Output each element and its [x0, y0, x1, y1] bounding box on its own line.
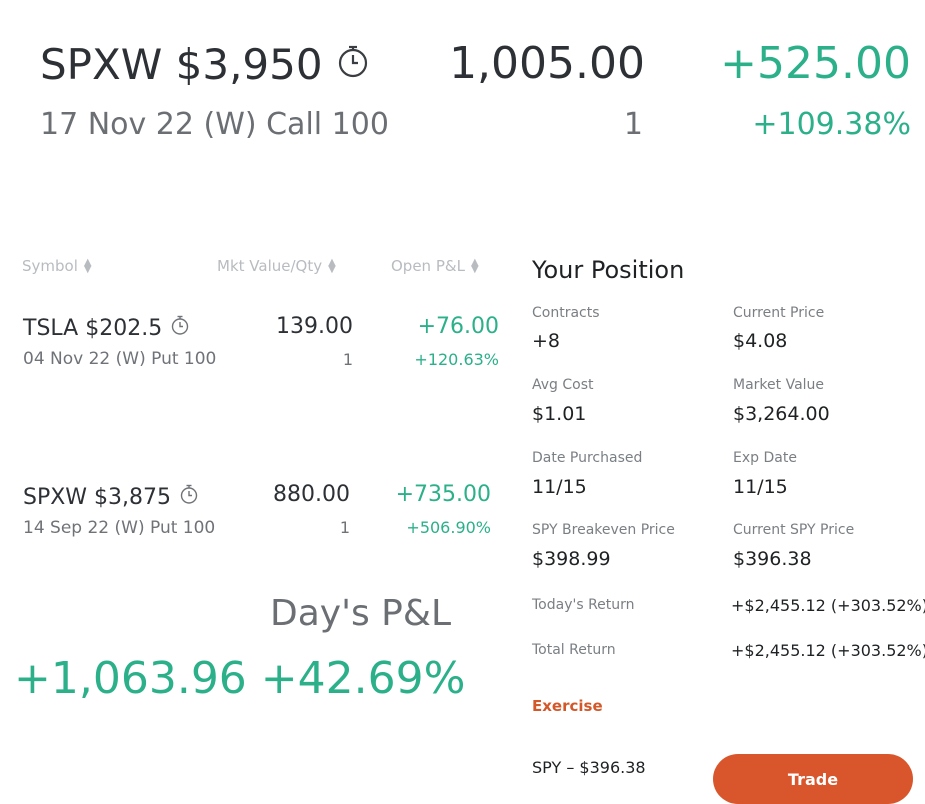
row-description: 04 Nov 22 (W) Put 100: [23, 349, 217, 369]
total-return-value: +$2,455.12 (+303.52%): [731, 641, 925, 660]
day-pl-value: +1,063.96 +42.69%: [14, 653, 466, 704]
todays-return-value: +$2,455.12 (+303.52%): [731, 596, 925, 615]
row-open-pl: +76.00: [417, 314, 499, 339]
row-open-pl: +735.00: [395, 482, 491, 507]
row-mkt-value: 139.00: [276, 314, 353, 339]
total-return-label: Total Return: [532, 642, 616, 658]
column-header-mkt-value-qty-label: Mkt Value/Qty: [217, 257, 323, 275]
row-qty: 1: [342, 350, 353, 369]
top-position-open-pl-pct: +109.38%: [752, 107, 911, 142]
column-header-open-pl-label: Open P&L: [391, 257, 465, 275]
current-price-value: $4.08: [733, 330, 788, 352]
top-position-description: 17 Nov 22 (W) Call 100: [40, 107, 389, 142]
date-purchased-value: 11/15: [532, 476, 587, 498]
row-symbol-label: SPXW $3,875: [23, 484, 172, 510]
top-position-mkt-value: 1,005.00: [449, 38, 645, 89]
top-position-symbol[interactable]: SPXW $3,950: [40, 40, 369, 89]
sort-arrows-icon: ▲ ▼: [470, 257, 479, 275]
column-header-open-pl[interactable]: Open P&L ▲ ▼: [391, 257, 479, 275]
row-symbol-label: TSLA $202.5: [23, 315, 163, 341]
current-spy-label: Current SPY Price: [733, 522, 855, 538]
contracts-label: Contracts: [532, 305, 600, 321]
exercise-link[interactable]: Exercise: [532, 697, 603, 715]
sort-arrows-icon: ▲ ▼: [83, 257, 92, 275]
row-mkt-value: 880.00: [273, 482, 350, 507]
column-header-symbol-label: Symbol: [22, 257, 78, 275]
your-position-title: Your Position: [532, 256, 685, 284]
trade-button-label: Trade: [787, 770, 839, 789]
breakeven-value: $398.99: [532, 548, 611, 570]
top-position-open-pl: +525.00: [720, 38, 911, 89]
market-value-value: $3,264.00: [733, 403, 830, 425]
exp-date-value: 11/15: [733, 476, 788, 498]
row-qty: 1: [339, 518, 350, 537]
trade-button[interactable]: Trade: [713, 754, 913, 804]
sort-arrows-icon: ▲ ▼: [328, 257, 336, 275]
exp-date-label: Exp Date: [733, 450, 797, 466]
breakeven-label: SPY Breakeven Price: [532, 522, 675, 538]
top-position-qty: 1: [623, 107, 643, 142]
stopwatch-icon: [179, 483, 199, 511]
date-purchased-label: Date Purchased: [532, 450, 643, 466]
stopwatch-icon: [170, 314, 190, 342]
table-row-symbol[interactable]: SPXW $3,875: [23, 483, 199, 511]
current-price-label: Current Price: [733, 305, 825, 321]
avg-cost-value: $1.01: [532, 403, 587, 425]
market-value-label: Market Value: [733, 377, 825, 393]
avg-cost-label: Avg Cost: [532, 377, 594, 393]
row-open-pl-pct: +506.90%: [406, 518, 491, 537]
todays-return-label: Today's Return: [532, 597, 635, 613]
column-header-mkt-value-qty[interactable]: Mkt Value/Qty ▲ ▼: [217, 257, 336, 275]
stopwatch-icon: [337, 40, 369, 89]
day-pl-title: Day's P&L: [270, 593, 452, 634]
spy-quote: SPY – $396.38: [532, 758, 646, 777]
top-position-symbol-label: SPXW $3,950: [40, 40, 323, 89]
current-spy-value: $396.38: [733, 548, 812, 570]
row-open-pl-pct: +120.63%: [414, 350, 499, 369]
contracts-value: +8: [532, 330, 561, 352]
row-description: 14 Sep 22 (W) Put 100: [23, 518, 216, 538]
table-row-symbol[interactable]: TSLA $202.5: [23, 314, 190, 342]
column-header-symbol[interactable]: Symbol ▲ ▼: [22, 257, 92, 275]
